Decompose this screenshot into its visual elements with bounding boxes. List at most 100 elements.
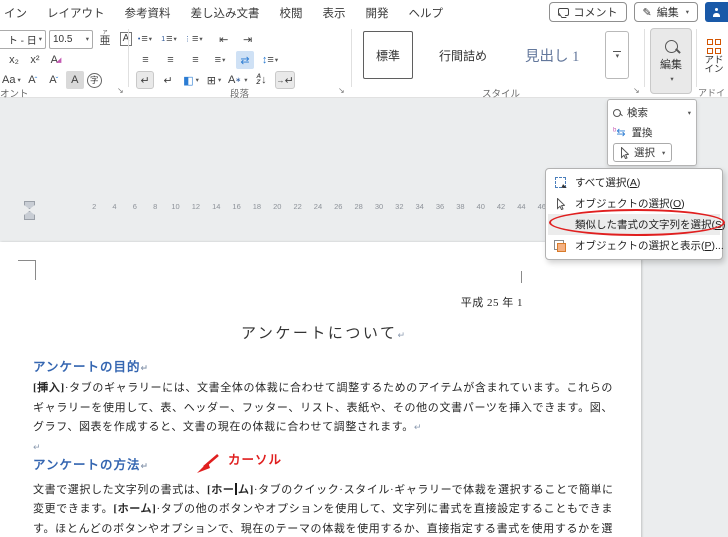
chevron-down-icon: ▾ bbox=[670, 75, 674, 83]
first-line-indent-marker[interactable] bbox=[24, 201, 35, 209]
add-ins-grid-icon bbox=[706, 39, 722, 54]
font-name-combo[interactable]: ト - 日 ▾ bbox=[0, 29, 46, 49]
editing-mode-button[interactable]: ✎ 編集 ▾ bbox=[633, 2, 698, 22]
ruler-number: 18 bbox=[252, 202, 262, 211]
subscript-button[interactable]: x₂ bbox=[5, 51, 23, 69]
paragraph-mark: ↵ bbox=[397, 331, 405, 341]
ruler-number: 30 bbox=[374, 202, 384, 211]
menu-item-select-all[interactable]: すべて選択(A) bbox=[548, 172, 720, 193]
ruler-number: 16 bbox=[232, 202, 241, 211]
page-corner-mark-right bbox=[521, 271, 522, 283]
borders-button[interactable]: ⊞ ▾ bbox=[205, 71, 223, 89]
ruler-number: 34 bbox=[415, 202, 424, 211]
ruler-number: 8 bbox=[153, 202, 158, 211]
document-page[interactable]: 平成 25 年 1 アンケートについて↵ アンケートの目的↵ [挿入]·タブのギ… bbox=[0, 242, 641, 537]
align-left-button[interactable]: ≡ bbox=[136, 51, 154, 69]
bullet-list-button[interactable]: • ≡ ▾ bbox=[136, 30, 154, 48]
chevron-down-icon: ▾ bbox=[85, 36, 89, 43]
character-shading-button[interactable]: A bbox=[65, 71, 84, 89]
text-cursor bbox=[235, 483, 237, 495]
body-line: ギャラリーを使用して、表、ヘッダー、フッター、リスト、表紙や、その他の文書パーツ… bbox=[33, 401, 613, 414]
increase-indent-button[interactable]: ⇥ bbox=[239, 30, 257, 48]
character-border-icon: A bbox=[119, 32, 133, 46]
selection-pane-icon bbox=[554, 239, 566, 252]
style-heading1[interactable]: 見出し 1 bbox=[513, 31, 591, 79]
paragraph-mark: ↵ bbox=[140, 462, 149, 472]
paragraph-mark: ↵ bbox=[413, 423, 422, 433]
body-line: グラフ、図表を作成すると、文書の現在の体裁に合わせて調整されます。↵ bbox=[33, 421, 422, 433]
ruler-number: 2 bbox=[92, 202, 97, 211]
menubar-tab[interactable]: 校閲 bbox=[280, 5, 303, 21]
hanging-indent-marker[interactable] bbox=[24, 211, 35, 220]
distribute-text-button[interactable]: ⇄ bbox=[236, 51, 254, 69]
ruler-number: 32 bbox=[395, 202, 404, 211]
menu-item-select-objects[interactable]: オブジェクトの選択(O) bbox=[548, 193, 720, 214]
font-dialog-launcher[interactable]: ↘ bbox=[117, 86, 124, 95]
select-button[interactable]: 選択 ▾ bbox=[613, 143, 673, 162]
editing-group-button[interactable]: 編集 ▾ bbox=[650, 28, 692, 94]
shrink-font-button[interactable]: Aˇ bbox=[45, 71, 63, 89]
superscript-button[interactable]: x² bbox=[26, 51, 44, 69]
clear-formatting-button[interactable]: A ◢ bbox=[47, 51, 65, 69]
find-button[interactable]: 検索 ▾ bbox=[613, 103, 691, 122]
left-to-right-paragraph-button[interactable]: ↵ bbox=[136, 71, 154, 89]
add-ins-button[interactable]: アド イン bbox=[700, 30, 728, 84]
align-right-button[interactable]: ≡ bbox=[186, 51, 204, 69]
select-all-icon bbox=[554, 177, 566, 188]
menubar-tab[interactable]: ヘルプ bbox=[409, 5, 444, 21]
enclose-characters-button[interactable]: 字 bbox=[86, 72, 102, 88]
styles-dialog-launcher[interactable]: ↘ bbox=[633, 86, 640, 95]
font-size-combo[interactable]: 10.5 ▾ bbox=[49, 29, 93, 49]
phonetic-guide-button[interactable]: 亜ア bbox=[96, 30, 114, 48]
style-normal[interactable]: 標準 bbox=[363, 31, 414, 79]
ruler-number: 20 bbox=[273, 202, 282, 211]
ruler-number: 14 bbox=[212, 202, 221, 211]
paragraph-dialog-launcher[interactable]: ↘ bbox=[338, 86, 345, 95]
share-button[interactable] bbox=[705, 2, 728, 22]
ruler-number: 28 bbox=[354, 202, 363, 211]
cursor-arrow-icon bbox=[621, 146, 629, 159]
ruler-number: 6 bbox=[132, 202, 137, 211]
right-to-left-paragraph-button[interactable]: ↵ bbox=[159, 71, 177, 89]
section-heading-purpose: アンケートの目的↵ bbox=[33, 360, 149, 374]
empty-paragraph-mark: ↵ bbox=[33, 441, 41, 453]
menubar-tab[interactable]: 表示 bbox=[323, 5, 346, 21]
chevron-down-icon: ▾ bbox=[685, 9, 689, 16]
horizontal-ruler[interactable]: 2 4 6 8 10 12 14 16 18 20 22 24 26 28 30 32 34 36 38 40 42 44… bbox=[84, 202, 572, 211]
menubar-tab[interactable]: 開発 bbox=[366, 5, 389, 21]
show-formatting-marks-button[interactable]: → ↵ bbox=[275, 71, 295, 89]
sort-button[interactable]: AZ ↓ bbox=[252, 71, 270, 89]
menubar-tab[interactable]: イン bbox=[4, 5, 27, 21]
cursor-annotation-arrow bbox=[197, 454, 219, 473]
menubar-tab[interactable]: 参考資料 bbox=[125, 5, 171, 21]
numbered-list-button[interactable]: 1 ≡ ▾ bbox=[160, 30, 178, 48]
replace-button[interactable]: b⇆ 置換 bbox=[613, 123, 691, 142]
body-line: 文書で選択した文字列の書式は、[ホー ム]·タブのクイック·スタイル·ギャラリーで… bbox=[33, 483, 614, 496]
style-gallery-more-button[interactable]: ▾ bbox=[605, 31, 630, 79]
character-border-button[interactable]: A bbox=[117, 30, 135, 48]
menu-item-select-similar-formatting[interactable]: 類似した書式の文字列を選択(S) bbox=[548, 214, 726, 235]
shading-button[interactable]: ◧ ▾ bbox=[182, 71, 200, 89]
ruler-number: 10 bbox=[171, 202, 180, 211]
decrease-indent-button[interactable]: ⇤ bbox=[215, 30, 233, 48]
justify-button[interactable]: ≡ ▾ bbox=[211, 51, 229, 69]
body-line: 変更できます。[ホーム]·タブの他のボタンやオプションを使用して、文字列に書式を… bbox=[33, 503, 613, 515]
menu-item-selection-pane[interactable]: オブジェクトの選択と表示(P)... bbox=[548, 235, 724, 256]
menubar: イン レイアウト 参考資料 差し込み文書 校閲 表示 開発 ヘルプ コメント ✎ 編集 ▾ bbox=[0, 0, 728, 26]
magnifier-icon bbox=[664, 39, 678, 53]
document-date: 平成 25 年 1 bbox=[460, 297, 523, 309]
document-title: アンケートについて↵ bbox=[241, 326, 405, 342]
multilevel-list-button[interactable]: ⋮ ≡ ▾ bbox=[184, 30, 203, 48]
menubar-tab[interactable]: 差し込み文書 bbox=[191, 5, 260, 21]
comments-button[interactable]: コメント bbox=[548, 2, 627, 22]
ruler-number: 4 bbox=[112, 202, 117, 211]
eraser-icon: ◢ bbox=[55, 57, 62, 64]
style-no-spacing[interactable]: 行間詰め bbox=[427, 31, 499, 79]
line-spacing-button[interactable]: ↕ ≡ ▾ bbox=[261, 51, 279, 69]
menubar-tab[interactable]: レイアウト bbox=[47, 5, 105, 21]
ribbon: ト - 日 ▾ 10.5 ▾ 亜ア A x₂ x² A ◢ Aa ▾ Aˆ Aˇ A… bbox=[0, 26, 728, 111]
cursor-arrow-icon bbox=[556, 197, 565, 210]
align-center-button[interactable]: ≡ bbox=[161, 51, 179, 69]
cursor-annotation-label: カーソル bbox=[228, 453, 283, 467]
chevron-down-icon: ▾ bbox=[662, 149, 666, 157]
